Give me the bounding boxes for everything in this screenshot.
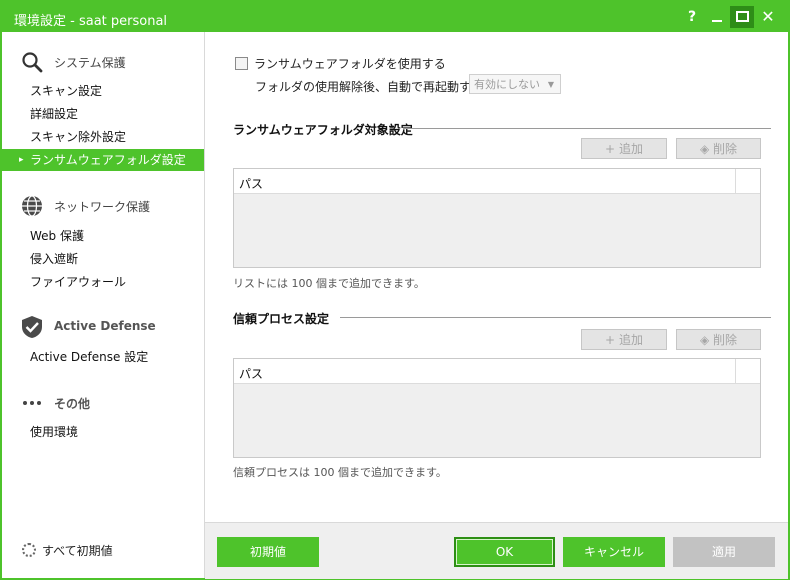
sidebar-item-intrusion-block[interactable]: 侵入遮断 [2, 248, 204, 270]
checkbox-label: ランサムウェアフォルダを使用する [254, 57, 446, 71]
trusted-limit-note: 信頼プロセスは 100 個まで追加できます。 [233, 466, 447, 479]
sidebar-item-advanced-settings[interactable]: 詳細設定 [2, 103, 204, 125]
button-label: 追加 [618, 142, 643, 156]
minimize-icon [712, 20, 722, 22]
preferences-window: 環境設定 - saat personal ? ✕ システム保護 スキャン設定 詳… [0, 0, 790, 580]
maximize-button[interactable] [730, 6, 754, 28]
shield-check-icon [22, 316, 42, 338]
plus-icon: + [605, 142, 616, 156]
eraser-icon: ◈ [699, 142, 710, 156]
section-network-protection[interactable]: ネットワーク保護 [2, 192, 204, 218]
maximize-icon [735, 11, 749, 22]
sidebar-item-web-protection[interactable]: Web 保護 [2, 225, 204, 247]
sidebar-item-scan-exclusions[interactable]: スキャン除外設定 [2, 126, 204, 148]
sidebar-item-label: Web 保護 [30, 229, 84, 243]
apply-button[interactable]: 適用 [673, 537, 775, 567]
checkbox-box[interactable] [235, 57, 248, 70]
button-label: 追加 [618, 333, 643, 347]
main-panel: ランサムウェアフォルダを使用する フォルダの使用解除後、自動で再起動する 有効に… [205, 32, 788, 522]
section-system-protection[interactable]: システム保護 [2, 48, 204, 74]
defaults-button[interactable]: 初期値 [217, 537, 319, 567]
target-add-button[interactable]: + 追加 [581, 138, 667, 159]
button-label: 削除 [713, 142, 738, 156]
window-title: 環境設定 - saat personal [14, 14, 168, 29]
select-value: 有効にしない [474, 78, 540, 91]
target-section-title: ランサムウェアフォルダ対象設定 [233, 123, 413, 137]
close-icon: ✕ [761, 7, 775, 26]
globe-icon [22, 195, 42, 217]
eraser-icon: ◈ [699, 333, 710, 347]
trusted-section-title: 信頼プロセス設定 [233, 312, 330, 326]
target-limit-note: リストには 100 個まで追加できます。 [233, 277, 425, 290]
chevron-down-icon: ▼ [547, 80, 554, 89]
sidebar-item-label: Active Defense 設定 [30, 350, 149, 364]
target-delete-button[interactable]: ◈ 削除 [676, 138, 761, 159]
column-separator [735, 359, 736, 383]
more-dots-icon [23, 401, 41, 405]
sidebar-item-active-defense-settings[interactable]: Active Defense 設定 [2, 346, 204, 368]
help-button[interactable]: ? [680, 6, 704, 28]
sidebar-item-scan-settings[interactable]: スキャン設定 [2, 80, 204, 102]
auto-restart-label: フォルダの使用解除後、自動で再起動する [255, 80, 484, 94]
reset-all-label: すべて初期値 [42, 544, 113, 558]
sidebar: システム保護 スキャン設定 詳細設定 スキャン除外設定 ▸ ランサムウェアフォルダ… [2, 32, 205, 578]
sidebar-item-label: 侵入遮断 [30, 252, 79, 266]
search-icon [22, 52, 43, 73]
cancel-button[interactable]: キャンセル [563, 537, 665, 567]
sidebar-item-firewall[interactable]: ファイアウォール [2, 271, 204, 293]
trusted-add-button[interactable]: + 追加 [581, 329, 667, 350]
sidebar-item-environment[interactable]: 使用環境 [2, 421, 204, 443]
column-header-path[interactable]: パス [239, 175, 263, 192]
reset-icon [22, 543, 36, 557]
reset-all-button[interactable]: すべて初期値 [22, 542, 113, 559]
section-label: システム保護 [54, 56, 126, 70]
sidebar-item-label: ファイアウォール [30, 275, 127, 289]
sidebar-item-label: スキャン除外設定 [30, 130, 127, 144]
minimize-button[interactable] [705, 6, 729, 28]
close-button[interactable]: ✕ [756, 6, 780, 28]
section-label: その他 [54, 397, 91, 411]
plus-icon: + [605, 333, 616, 347]
title-bar[interactable]: 環境設定 - saat personal ? ✕ [2, 2, 788, 32]
footer-bar: 初期値 OK キャンセル 適用 [205, 522, 788, 579]
chevron-right-icon: ▸ [19, 155, 24, 165]
trusted-path-table[interactable]: パス [233, 358, 761, 458]
target-path-table[interactable]: パス [233, 168, 761, 268]
auto-restart-select[interactable]: 有効にしない ▼ [469, 74, 561, 94]
sidebar-item-label: スキャン設定 [30, 84, 103, 98]
button-label: 削除 [713, 333, 738, 347]
section-label: ネットワーク保護 [54, 200, 151, 214]
section-other[interactable]: その他 [2, 389, 204, 415]
use-ransomware-folder-checkbox[interactable]: ランサムウェアフォルダを使用する [235, 55, 446, 72]
section-active-defense[interactable]: Active Defense [2, 313, 204, 339]
ok-button[interactable]: OK [454, 537, 555, 567]
column-separator [735, 169, 736, 193]
table-header: パス [234, 169, 760, 194]
sidebar-item-label: 使用環境 [30, 425, 79, 439]
divider [340, 317, 771, 318]
sidebar-item-ransomware-folder[interactable]: ▸ ランサムウェアフォルダ設定 [2, 149, 204, 171]
divider [403, 128, 771, 129]
sidebar-item-label: 詳細設定 [30, 107, 79, 121]
column-header-path[interactable]: パス [239, 365, 263, 382]
sidebar-item-label: ランサムウェアフォルダ設定 [30, 153, 186, 167]
section-label: Active Defense [54, 319, 156, 333]
table-header: パス [234, 359, 760, 384]
trusted-delete-button[interactable]: ◈ 削除 [676, 329, 761, 350]
